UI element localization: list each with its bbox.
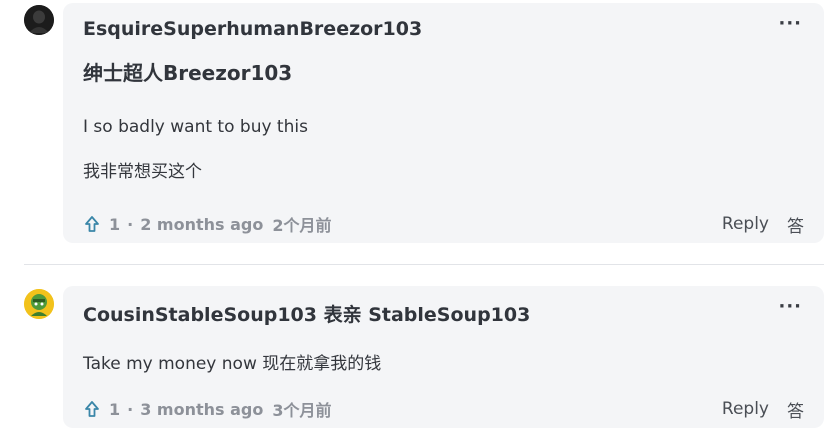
comment-text-translation: 我非常想买这个 xyxy=(83,162,202,182)
timestamp: 2 months ago xyxy=(140,214,264,234)
upvote-arrow-icon xyxy=(85,401,99,417)
timestamp: 3 months ago xyxy=(140,399,264,419)
reply-button-translation[interactable]: 答 xyxy=(787,212,804,237)
comment: EsquireSuperhumanBreezor103 绅士超人Breezor1… xyxy=(0,0,839,250)
reply-button[interactable]: Reply xyxy=(722,214,769,234)
avatar-green-character-icon xyxy=(24,289,54,319)
comment-card: CousinStableSoup103 表亲 StableSoup103 ···… xyxy=(63,286,824,428)
separator-dot: · xyxy=(127,214,134,234)
user-avatar[interactable] xyxy=(24,5,54,35)
comment-author[interactable]: CousinStableSoup103 表亲 StableSoup103 xyxy=(83,300,530,327)
upvote-count: 1 xyxy=(109,399,121,419)
more-options-button[interactable]: ··· xyxy=(778,15,802,33)
comment-footer: 1 · 2 months ago 2个月前 Reply 答 xyxy=(83,212,804,237)
reply-button-translation[interactable]: 答 xyxy=(787,397,804,422)
comment-author-translation: 绅士超人Breezor103 xyxy=(83,61,293,85)
avatar-dark-icon xyxy=(24,5,54,35)
comment: CousinStableSoup103 表亲 StableSoup103 ···… xyxy=(0,282,839,442)
upvote-arrow-icon xyxy=(85,216,99,232)
comment-card: EsquireSuperhumanBreezor103 绅士超人Breezor1… xyxy=(63,3,824,243)
separator-dot: · xyxy=(127,399,134,419)
comment-text: Take my money now 现在就拿我的钱 xyxy=(83,354,382,374)
timestamp-translation: 2个月前 xyxy=(272,216,332,235)
comment-divider xyxy=(24,264,824,265)
upvote-button[interactable]: 1 xyxy=(83,215,120,234)
user-avatar[interactable] xyxy=(24,289,54,319)
timestamp-translation: 3个月前 xyxy=(272,401,332,420)
comment-author[interactable]: EsquireSuperhumanBreezor103 xyxy=(83,18,422,40)
comment-footer: 1 · 3 months ago 3个月前 Reply 答 xyxy=(83,397,804,422)
more-options-button[interactable]: ··· xyxy=(778,298,802,316)
upvote-button[interactable]: 1 xyxy=(83,400,120,419)
comment-text: I so badly want to buy this xyxy=(83,117,308,137)
reply-button[interactable]: Reply xyxy=(722,399,769,419)
upvote-count: 1 xyxy=(109,214,121,234)
